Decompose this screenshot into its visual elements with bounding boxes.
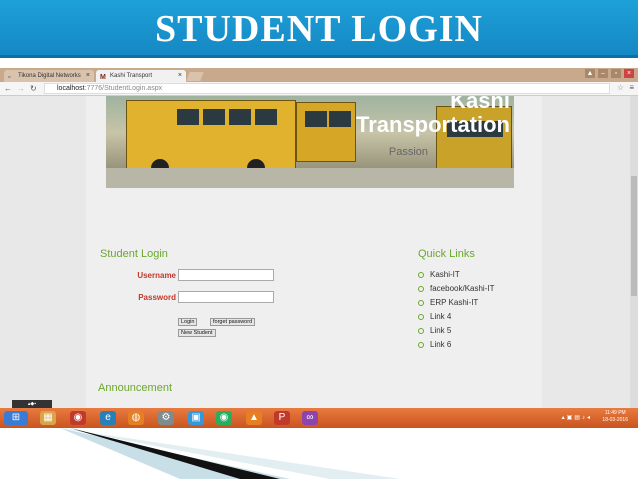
tab-kashi-transport[interactable]: M Kashi Transport × bbox=[96, 70, 186, 82]
menu-icon[interactable]: ≡ bbox=[629, 83, 634, 92]
chrome-icon[interactable]: ◉ bbox=[70, 411, 86, 425]
chrome-window-icon[interactable]: ◉ bbox=[216, 411, 232, 425]
quick-link[interactable]: Link 6 bbox=[418, 338, 494, 352]
quick-link[interactable]: Link 4 bbox=[418, 310, 494, 324]
folder-icon[interactable]: ▦ bbox=[40, 411, 56, 425]
quick-link[interactable]: Link 5 bbox=[418, 324, 494, 338]
header-banner: Kashi Transportation Passion bbox=[106, 96, 514, 188]
page-viewport: Kashi Transportation Passion Student Log… bbox=[0, 96, 638, 408]
quick-link[interactable]: Kashi-IT bbox=[418, 268, 494, 282]
bullet-icon bbox=[418, 286, 424, 292]
tab-tikona[interactable]: ▫ Tikona Digital Networks × bbox=[4, 70, 94, 82]
close-icon[interactable]: × bbox=[178, 70, 182, 82]
username-label: Username bbox=[137, 271, 176, 280]
browser-window: ▫ Tikona Digital Networks × M Kashi Tran… bbox=[0, 68, 638, 428]
back-icon[interactable]: ← bbox=[4, 84, 12, 93]
start-icon[interactable]: ⊞ bbox=[4, 411, 28, 425]
slide-decoration bbox=[60, 428, 400, 479]
app-icon[interactable]: ∞ bbox=[302, 411, 318, 425]
window-controls: ▲ – ▫ × bbox=[585, 69, 634, 78]
quick-links-list: Kashi-IT facebook/Kashi-IT ERP Kashi-IT … bbox=[418, 268, 494, 352]
slide-title-bar: STUDENT LOGIN bbox=[0, 0, 638, 58]
user-icon[interactable]: ▲ bbox=[585, 69, 595, 78]
url-host: localhost bbox=[57, 85, 85, 92]
forgot-password-button[interactable]: forget password bbox=[210, 318, 256, 326]
quick-links-heading: Quick Links bbox=[418, 248, 475, 260]
new-tab-button[interactable] bbox=[186, 72, 204, 81]
url-input[interactable]: localhost:7776/StudentLogin.aspx bbox=[44, 83, 610, 94]
powerpoint-icon[interactable]: P bbox=[274, 411, 290, 425]
taskbar: ⊞ ▦ ◉ e ◍ ⚙ ▣ ◉ ▲ P ∞ ▴▣▤♪◂ 11:49 PM 18-… bbox=[0, 408, 638, 428]
clock[interactable]: 11:49 PM 18-03-2016 bbox=[602, 410, 628, 424]
page-content: Kashi Transportation Passion Student Log… bbox=[86, 96, 542, 408]
reload-icon[interactable]: ↻ bbox=[30, 84, 37, 93]
nav-buttons: ← → ↻ bbox=[4, 84, 37, 93]
close-window-icon[interactable]: × bbox=[624, 69, 634, 78]
tab-label: Tikona Digital Networks bbox=[18, 73, 81, 79]
settings-icon[interactable]: ⚙ bbox=[158, 411, 174, 425]
tab-bar: ▫ Tikona Digital Networks × M Kashi Tran… bbox=[0, 68, 638, 82]
vlc-icon[interactable]: ▲ bbox=[246, 411, 262, 425]
bullet-icon bbox=[418, 272, 424, 278]
login-heading: Student Login bbox=[100, 248, 168, 260]
maximize-icon[interactable]: ▫ bbox=[611, 69, 621, 78]
firefox-icon[interactable]: ◍ bbox=[128, 411, 144, 425]
scrollbar[interactable] bbox=[630, 96, 638, 408]
bullet-icon bbox=[418, 342, 424, 348]
announcement-heading: Announcement bbox=[98, 382, 172, 394]
bullet-icon bbox=[418, 300, 424, 306]
minimize-icon[interactable]: – bbox=[598, 69, 608, 78]
app-icon[interactable]: ▣ bbox=[188, 411, 204, 425]
slide-title: STUDENT LOGIN bbox=[154, 8, 483, 50]
system-tray[interactable]: ▴▣▤♪◂ bbox=[562, 414, 592, 421]
login-button[interactable]: Login bbox=[178, 318, 198, 326]
address-bar: ← → ↻ localhost:7776/StudentLogin.aspx ☆… bbox=[0, 82, 638, 96]
url-path: :7776/StudentLogin.aspx bbox=[84, 85, 163, 92]
bus-image bbox=[296, 102, 356, 162]
quick-link[interactable]: ERP Kashi-IT bbox=[418, 296, 494, 310]
quick-link[interactable]: facebook/Kashi-IT bbox=[418, 282, 494, 296]
password-input[interactable] bbox=[178, 291, 274, 303]
bullet-icon bbox=[418, 328, 424, 334]
taskbar-preview: ▴◆▪ bbox=[12, 400, 52, 408]
close-icon[interactable]: × bbox=[86, 70, 90, 82]
forward-icon[interactable]: → bbox=[17, 84, 25, 93]
scrollbar-thumb[interactable] bbox=[631, 176, 637, 296]
username-input[interactable] bbox=[178, 269, 274, 281]
bus-image bbox=[126, 100, 296, 177]
ie-icon[interactable]: e bbox=[100, 411, 116, 425]
password-label: Password bbox=[138, 293, 176, 302]
banner-title: Kashi Transportation bbox=[355, 96, 510, 137]
new-student-button[interactable]: New Student bbox=[178, 329, 216, 337]
bullet-icon bbox=[418, 314, 424, 320]
tab-label: Kashi Transport bbox=[110, 73, 153, 79]
bookmark-star-icon[interactable]: ☆ bbox=[617, 83, 624, 92]
banner-tagline: Passion bbox=[388, 146, 428, 158]
